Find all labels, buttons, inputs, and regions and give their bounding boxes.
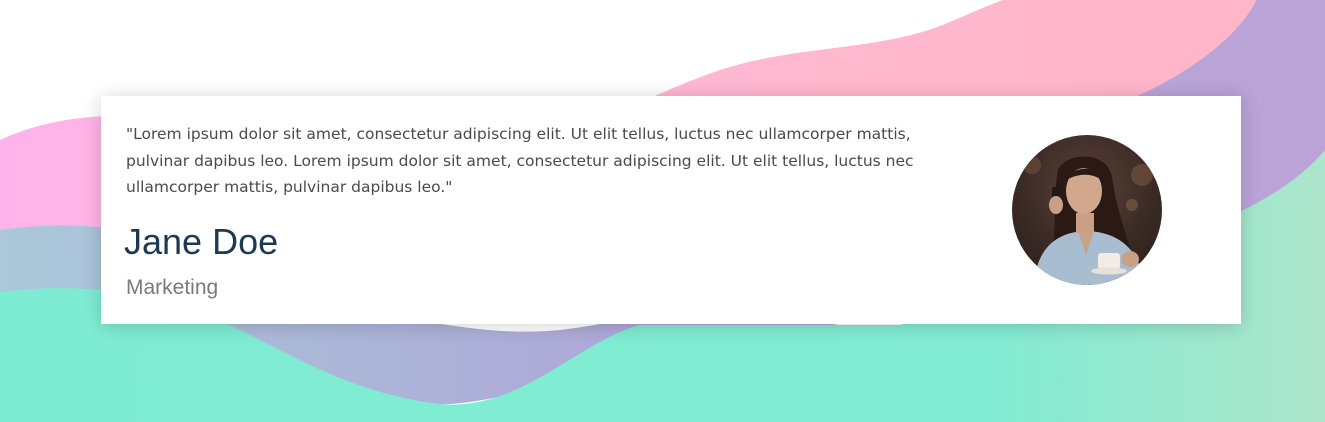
person-avatar-icon [1012,135,1162,285]
testimonial-quote: "Lorem ipsum dolor sit amet, consectetur… [126,125,914,196]
testimonial-section: "Lorem ipsum dolor sit amet, consectetur… [0,0,1325,422]
testimonial-author-name: Jane Doe [124,221,279,262]
testimonial-card: "Lorem ipsum dolor sit amet, consectetur… [101,96,1241,324]
testimonial-author-role: Marketing [126,276,219,299]
avatar [1012,135,1162,285]
